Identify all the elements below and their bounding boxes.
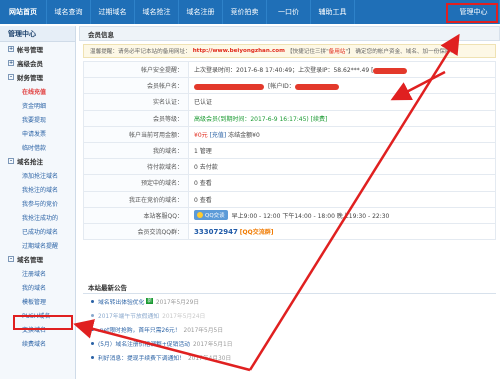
top-nav: 网站首页 域名查询 过期域名 域名抢注 域名注册 竞价拍卖 一口价 辅助工具 管… (0, 0, 500, 24)
member-info-panel: 会员信息 温馨提醒：请务必牢记本站的备用网址： http://www.beiyo… (79, 26, 500, 241)
redaction-mark (194, 83, 264, 90)
reserved-domains-link[interactable]: 0 查看 (188, 174, 496, 192)
qq-icon (197, 212, 203, 219)
bullet-icon (91, 355, 94, 359)
sidebar-item-add-snap[interactable]: 添加抢注域名 (0, 168, 75, 182)
tab-domain-register[interactable]: 域名注册 (179, 0, 223, 24)
info-table: 帐户安全提醒： 上次登录时间：2017-6-8 17:40:49；上次登录IP：… (83, 60, 496, 241)
sidebar-item-recharge[interactable]: 在线充值 (0, 84, 75, 98)
sidebar-item-register[interactable]: 注册域名 (0, 266, 75, 280)
bullet-icon (91, 313, 94, 317)
table-row: 会员等级： 高级会员(到期时间：2017-6-9 16:17:45) [续费] (83, 109, 496, 127)
expand-icon: + (8, 46, 14, 52)
tab-fixed-price[interactable]: 一口价 (267, 0, 311, 24)
table-row: 实名认证： 已认证 (83, 93, 496, 111)
collapse-icon: - (8, 158, 14, 164)
list-item[interactable]: 利好消息：提现手续费下调通知！ 2017年4月30日 (83, 350, 496, 364)
collapse-icon: - (8, 256, 14, 262)
sidebar-item-fund-details[interactable]: 资金明细 (0, 98, 75, 112)
collapse-icon: - (8, 74, 14, 80)
qq-chat-button[interactable]: QQ交谈 (194, 210, 228, 221)
bullet-icon (91, 299, 94, 303)
sidebar-item-template[interactable]: 模板管理 (0, 294, 75, 308)
sidebar-item-snap-success[interactable]: 我抢注成功的 (0, 210, 75, 224)
sidebar-item-my-bids[interactable]: 我参与的竞价 (0, 196, 75, 210)
table-row: 我的域名： 1 管理 (83, 141, 496, 160)
my-domains-link[interactable]: 1 管理 (188, 141, 496, 160)
list-item[interactable]: 2017年端午节放假通知 2017年5月24日 (83, 308, 496, 322)
sidebar-item-my-snaps[interactable]: 我抢注的域名 (0, 182, 75, 196)
sidebar-section-domains[interactable]: - 域名管理 (0, 252, 75, 266)
pending-payment-link[interactable]: 0 去付款 (188, 158, 496, 176)
announcement-title: 本站最新公告 (83, 280, 496, 294)
sidebar-title: 管理中心 (0, 26, 75, 42)
expand-icon: + (8, 60, 14, 66)
sidebar-item-loan[interactable]: 临时借款 (0, 140, 75, 154)
bullet-icon (91, 327, 94, 331)
tab-tools[interactable]: 辅助工具 (311, 0, 355, 24)
highlight-template-item (13, 315, 73, 330)
sidebar-item-invoice[interactable]: 申请发票 (0, 126, 75, 140)
table-row: 会员帐户名： [帐户ID： (83, 77, 496, 95)
sidebar-item-my-domains[interactable]: 我的域名 (0, 280, 75, 294)
sidebar-item-expire-remind[interactable]: 过期域名提醒 (0, 238, 75, 252)
bullet-icon (91, 341, 94, 345)
backup-url-link[interactable]: http://www.beiyongzhan.com (193, 48, 285, 54)
table-row: 预定中的域名： 0 查看 (83, 174, 496, 192)
tab-expired-domains[interactable]: 过期域名 (91, 0, 135, 24)
redaction-mark (373, 67, 408, 74)
tab-auction[interactable]: 竞价拍卖 (223, 0, 267, 24)
table-row: 帐户当前可用金额： ¥0元 [充值] 冻结金额¥0 (83, 125, 496, 143)
sidebar-item-withdraw[interactable]: 我要提现 (0, 112, 75, 126)
table-row: 会员交流QQ群： 333072947 [QQ交流群] (83, 222, 496, 241)
table-row: 帐户安全提醒： 上次登录时间：2017-6-8 17:40:49；上次登录IP：… (83, 60, 496, 79)
new-badge: 新 (146, 298, 153, 304)
list-item[interactable]: .net限时抢购，首年只需26元！ 2017年5月5日 (83, 322, 496, 336)
list-item[interactable]: 域名转出体验优化新 2017年5月29日 (83, 294, 496, 308)
table-row: 待付款域名： 0 去付款 (83, 158, 496, 176)
table-row: 本站客服QQ： QQ交谈 早上9:00 - 12:00 下午14:00 - 18:… (83, 206, 496, 224)
bidding-domains-link[interactable]: 0 查看 (188, 190, 496, 208)
tab-home[interactable]: 网站首页 (0, 0, 47, 24)
list-item[interactable]: (5月）域名注册价格调整+促销活动 2017年5月1日 (83, 336, 496, 350)
sidebar-item-succeeded[interactable]: 已成功的域名 (0, 224, 75, 238)
sidebar-item-renew[interactable]: 续费域名 (0, 336, 75, 350)
sidebar-section-snap[interactable]: - 域名抢注 (0, 154, 75, 168)
tab-domain-search[interactable]: 域名查询 (47, 0, 91, 24)
table-row: 我正在竞价的域名： 0 查看 (83, 190, 496, 208)
highlight-management-tab (446, 3, 498, 23)
recharge-link[interactable]: [充值] (210, 132, 227, 139)
notice-bar: 温馨提醒：请务必牢记本站的备用网址： http://www.beiyongzha… (83, 44, 496, 58)
sidebar-section-vip[interactable]: + 高级会员 (0, 56, 75, 70)
qq-group-link[interactable]: [QQ交流群] (240, 229, 274, 236)
redaction-mark (294, 83, 339, 90)
tab-domain-snap[interactable]: 域名抢注 (135, 0, 179, 24)
announcement-panel: 本站最新公告 域名转出体验优化新 2017年5月29日 2017年端午节放假通知 2… (83, 280, 496, 364)
sidebar-section-account[interactable]: + 帐号管理 (0, 42, 75, 56)
panel-title: 会员信息 (79, 26, 500, 41)
sidebar-section-finance[interactable]: - 财务管理 (0, 70, 75, 84)
